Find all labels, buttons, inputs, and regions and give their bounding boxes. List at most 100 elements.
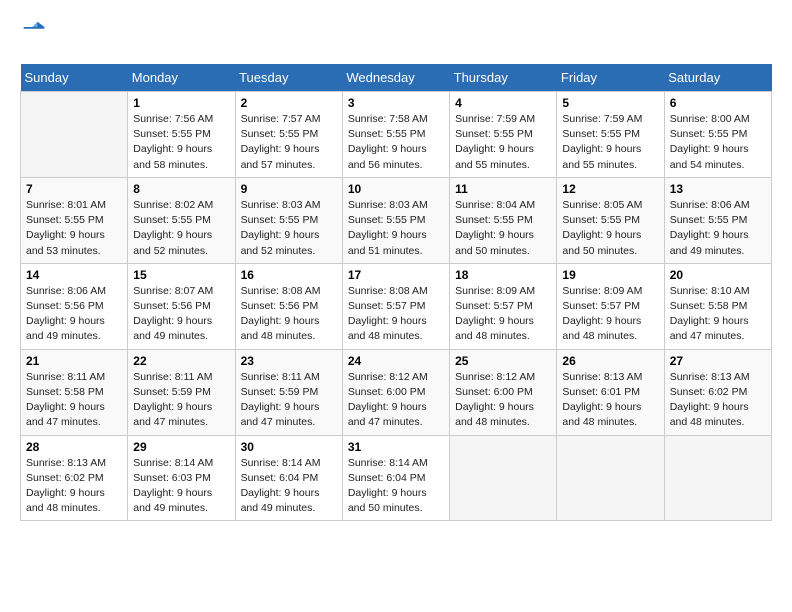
day-number: 4: [455, 96, 551, 110]
calendar-header-friday: Friday: [557, 64, 664, 92]
day-info: Sunrise: 8:06 AM Sunset: 5:55 PM Dayligh…: [670, 198, 766, 259]
calendar-header-saturday: Saturday: [664, 64, 771, 92]
day-number: 2: [241, 96, 337, 110]
day-info: Sunrise: 8:07 AM Sunset: 5:56 PM Dayligh…: [133, 284, 229, 345]
day-info: Sunrise: 7:56 AM Sunset: 5:55 PM Dayligh…: [133, 112, 229, 173]
day-number: 25: [455, 354, 551, 368]
day-number: 5: [562, 96, 658, 110]
day-number: 11: [455, 182, 551, 196]
day-info: Sunrise: 7:59 AM Sunset: 5:55 PM Dayligh…: [562, 112, 658, 173]
day-number: 6: [670, 96, 766, 110]
day-number: 28: [26, 440, 122, 454]
calendar-cell: 28 Sunrise: 8:13 AM Sunset: 6:02 PM Dayli…: [21, 435, 128, 521]
day-info: Sunrise: 8:00 AM Sunset: 5:55 PM Dayligh…: [670, 112, 766, 173]
day-info: Sunrise: 8:04 AM Sunset: 5:55 PM Dayligh…: [455, 198, 551, 259]
logo: [20, 20, 52, 48]
day-number: 23: [241, 354, 337, 368]
calendar-cell: 29Sunrise: 8:14 AM Sunset: 6:03 PM Dayli…: [128, 435, 235, 521]
calendar-header-wednesday: Wednesday: [342, 64, 449, 92]
day-number: 3: [348, 96, 444, 110]
day-number: 26: [562, 354, 658, 368]
day-number: 12: [562, 182, 658, 196]
calendar-header-row: SundayMondayTuesdayWednesdayThursdayFrid…: [21, 64, 772, 92]
calendar-header-thursday: Thursday: [450, 64, 557, 92]
calendar-cell: 20 Sunrise: 8:10 AM Sunset: 5:58 PM Dayli…: [664, 263, 771, 349]
day-number: 10: [348, 182, 444, 196]
day-number: 7: [26, 182, 122, 196]
calendar-cell: 30 Sunrise: 8:14 AM Sunset: 6:04 PM Dayli…: [235, 435, 342, 521]
calendar-cell: 4 Sunrise: 7:59 AM Sunset: 5:55 PM Daylig…: [450, 92, 557, 178]
day-info: Sunrise: 7:58 AM Sunset: 5:55 PM Dayligh…: [348, 112, 444, 173]
calendar-week-row: 21 Sunrise: 8:11 AM Sunset: 5:58 PM Dayli…: [21, 349, 772, 435]
logo-icon: [20, 20, 48, 48]
day-info: Sunrise: 8:10 AM Sunset: 5:58 PM Dayligh…: [670, 284, 766, 345]
day-number: 9: [241, 182, 337, 196]
calendar-cell: 6 Sunrise: 8:00 AM Sunset: 5:55 PM Daylig…: [664, 92, 771, 178]
day-number: 30: [241, 440, 337, 454]
day-info: Sunrise: 8:08 AM Sunset: 5:56 PM Dayligh…: [241, 284, 337, 345]
day-info: Sunrise: 8:08 AM Sunset: 5:57 PM Dayligh…: [348, 284, 444, 345]
calendar-week-row: 7 Sunrise: 8:01 AM Sunset: 5:55 PM Daylig…: [21, 177, 772, 263]
calendar-cell: [557, 435, 664, 521]
day-number: 31: [348, 440, 444, 454]
calendar-cell: 8 Sunrise: 8:02 AM Sunset: 5:55 PM Daylig…: [128, 177, 235, 263]
day-info: Sunrise: 8:11 AM Sunset: 5:59 PM Dayligh…: [133, 370, 229, 431]
calendar-table: SundayMondayTuesdayWednesdayThursdayFrid…: [20, 64, 772, 521]
calendar-cell: 21 Sunrise: 8:11 AM Sunset: 5:58 PM Dayli…: [21, 349, 128, 435]
day-info: Sunrise: 8:14 AM Sunset: 6:04 PM Dayligh…: [348, 456, 444, 517]
calendar-week-row: 28 Sunrise: 8:13 AM Sunset: 6:02 PM Dayli…: [21, 435, 772, 521]
day-number: 18: [455, 268, 551, 282]
day-info: Sunrise: 8:03 AM Sunset: 5:55 PM Dayligh…: [348, 198, 444, 259]
calendar-cell: 7 Sunrise: 8:01 AM Sunset: 5:55 PM Daylig…: [21, 177, 128, 263]
day-number: 8: [133, 182, 229, 196]
calendar-cell: 17Sunrise: 8:08 AM Sunset: 5:57 PM Dayli…: [342, 263, 449, 349]
calendar-cell: 26 Sunrise: 8:13 AM Sunset: 6:01 PM Dayli…: [557, 349, 664, 435]
day-info: Sunrise: 8:13 AM Sunset: 6:02 PM Dayligh…: [26, 456, 122, 517]
calendar-cell: 24Sunrise: 8:12 AM Sunset: 6:00 PM Dayli…: [342, 349, 449, 435]
day-number: 22: [133, 354, 229, 368]
day-info: Sunrise: 8:13 AM Sunset: 6:01 PM Dayligh…: [562, 370, 658, 431]
day-info: Sunrise: 8:05 AM Sunset: 5:55 PM Dayligh…: [562, 198, 658, 259]
calendar-week-row: 1 Sunrise: 7:56 AM Sunset: 5:55 PM Daylig…: [21, 92, 772, 178]
day-number: 16: [241, 268, 337, 282]
day-info: Sunrise: 8:14 AM Sunset: 6:04 PM Dayligh…: [241, 456, 337, 517]
day-info: Sunrise: 7:57 AM Sunset: 5:55 PM Dayligh…: [241, 112, 337, 173]
calendar-cell: 18 Sunrise: 8:09 AM Sunset: 5:57 PM Dayli…: [450, 263, 557, 349]
calendar-cell: 14Sunrise: 8:06 AM Sunset: 5:56 PM Dayli…: [21, 263, 128, 349]
page-header: [20, 20, 772, 48]
calendar-cell: 19Sunrise: 8:09 AM Sunset: 5:57 PM Dayli…: [557, 263, 664, 349]
day-info: Sunrise: 8:01 AM Sunset: 5:55 PM Dayligh…: [26, 198, 122, 259]
day-info: Sunrise: 8:03 AM Sunset: 5:55 PM Dayligh…: [241, 198, 337, 259]
day-number: 21: [26, 354, 122, 368]
calendar-cell: 23 Sunrise: 8:11 AM Sunset: 5:59 PM Dayli…: [235, 349, 342, 435]
day-number: 15: [133, 268, 229, 282]
day-info: Sunrise: 8:09 AM Sunset: 5:57 PM Dayligh…: [562, 284, 658, 345]
day-number: 14: [26, 268, 122, 282]
day-number: 29: [133, 440, 229, 454]
calendar-header-tuesday: Tuesday: [235, 64, 342, 92]
day-info: Sunrise: 8:11 AM Sunset: 5:59 PM Dayligh…: [241, 370, 337, 431]
day-info: Sunrise: 8:09 AM Sunset: 5:57 PM Dayligh…: [455, 284, 551, 345]
calendar-cell: 22 Sunrise: 8:11 AM Sunset: 5:59 PM Dayli…: [128, 349, 235, 435]
calendar-header-sunday: Sunday: [21, 64, 128, 92]
calendar-cell: [450, 435, 557, 521]
calendar-cell: 9 Sunrise: 8:03 AM Sunset: 5:55 PM Daylig…: [235, 177, 342, 263]
calendar-header-monday: Monday: [128, 64, 235, 92]
calendar-week-row: 14Sunrise: 8:06 AM Sunset: 5:56 PM Dayli…: [21, 263, 772, 349]
calendar-cell: [664, 435, 771, 521]
calendar-cell: 13 Sunrise: 8:06 AM Sunset: 5:55 PM Dayli…: [664, 177, 771, 263]
day-number: 24: [348, 354, 444, 368]
day-info: Sunrise: 8:11 AM Sunset: 5:58 PM Dayligh…: [26, 370, 122, 431]
day-info: Sunrise: 8:02 AM Sunset: 5:55 PM Dayligh…: [133, 198, 229, 259]
calendar-cell: 1 Sunrise: 7:56 AM Sunset: 5:55 PM Daylig…: [128, 92, 235, 178]
day-number: 13: [670, 182, 766, 196]
day-info: Sunrise: 8:13 AM Sunset: 6:02 PM Dayligh…: [670, 370, 766, 431]
calendar-cell: 3 Sunrise: 7:58 AM Sunset: 5:55 PM Daylig…: [342, 92, 449, 178]
calendar-cell: 15 Sunrise: 8:07 AM Sunset: 5:56 PM Dayli…: [128, 263, 235, 349]
calendar-cell: 31 Sunrise: 8:14 AM Sunset: 6:04 PM Dayli…: [342, 435, 449, 521]
calendar-cell: 5 Sunrise: 7:59 AM Sunset: 5:55 PM Daylig…: [557, 92, 664, 178]
calendar-cell: 11 Sunrise: 8:04 AM Sunset: 5:55 PM Dayli…: [450, 177, 557, 263]
day-number: 20: [670, 268, 766, 282]
day-number: 1: [133, 96, 229, 110]
day-info: Sunrise: 7:59 AM Sunset: 5:55 PM Dayligh…: [455, 112, 551, 173]
